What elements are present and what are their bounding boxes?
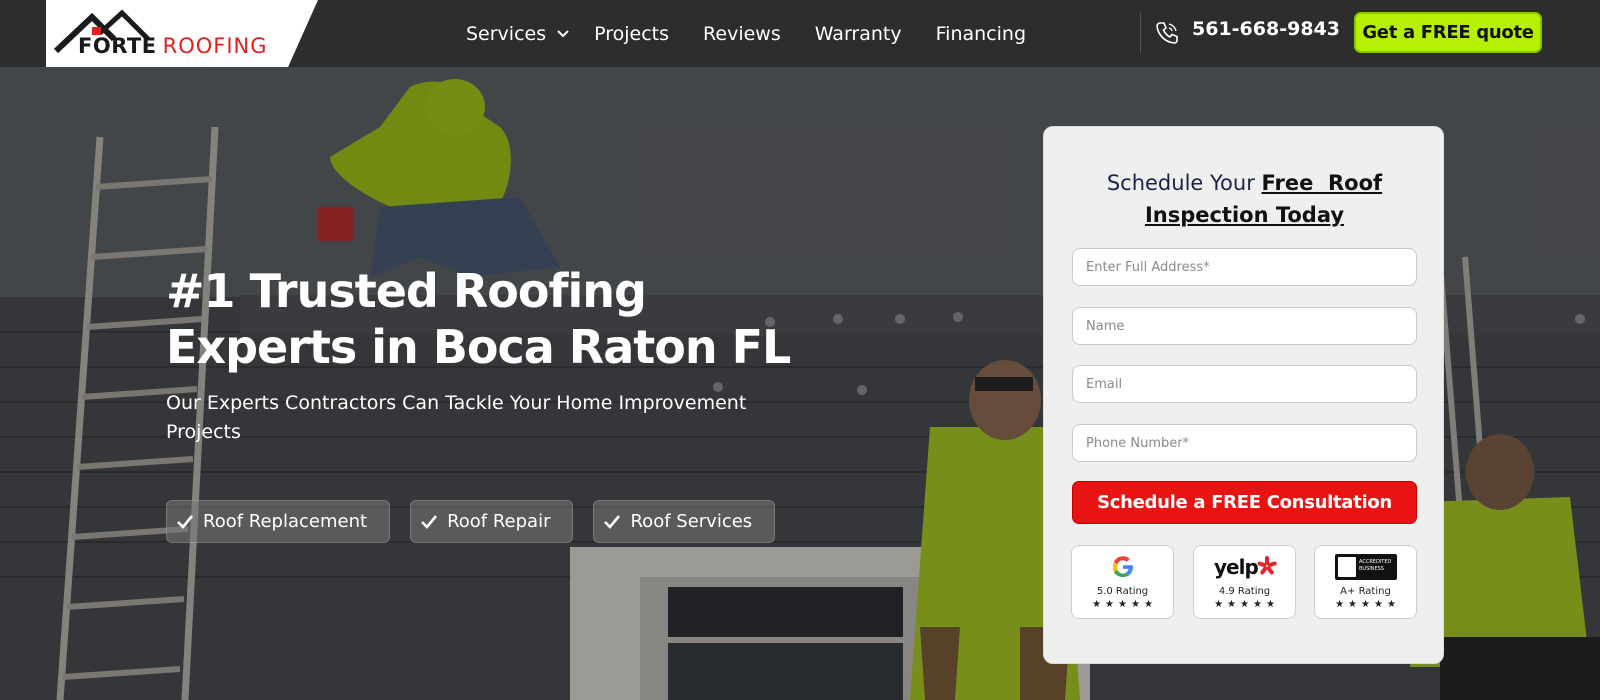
badge-label: Roof Services [630, 511, 753, 532]
hero-title: #1 Trusted Roofing Experts in Boca Raton… [166, 263, 866, 375]
logo-name-secondary: ROOFING [162, 34, 268, 58]
site-header: FORTE ROOFING Services Projects Reviews W… [0, 0, 1600, 67]
check-icon [604, 514, 621, 529]
phone-icon[interactable] [1154, 20, 1180, 46]
header-divider [1140, 13, 1141, 53]
badge-roof-repair[interactable]: Roof Repair [410, 500, 574, 543]
rating-label: 5.0 Rating [1096, 586, 1149, 597]
inspection-form-card: Schedule Your Free Roof Inspection Today… [1043, 126, 1444, 664]
form-title-strong-1: Free Roof [1261, 171, 1383, 195]
get-free-quote-button[interactable]: Get a FREE quote [1354, 12, 1542, 53]
rating-stars: ★★★★★ [1335, 599, 1400, 610]
hero-subtitle: Our Experts Contractors Can Tackle Your … [166, 392, 747, 443]
badge-label: Roof Replacement [203, 511, 368, 532]
bbb-logo-icon: ACCREDITED BUSINESS [1335, 554, 1397, 580]
bbb-badge-text: ACCREDITED BUSINESS [1359, 559, 1392, 572]
rating-label: 4.9 Rating [1218, 586, 1271, 597]
logo[interactable]: FORTE ROOFING [46, 0, 318, 67]
badge-label: Roof Repair [447, 511, 551, 532]
chevron-down-icon [557, 29, 569, 37]
form-title-strong-2: Inspection Today [1144, 203, 1345, 227]
nav-warranty[interactable]: Warranty [815, 23, 902, 45]
nav-financing[interactable]: Financing [936, 23, 1026, 45]
yelp-burst-icon [1257, 556, 1277, 575]
nav-reviews[interactable]: Reviews [703, 23, 781, 45]
hero-title-line2: Experts in Boca Raton FL [166, 320, 791, 374]
email-field[interactable] [1072, 365, 1417, 403]
main-nav: Services Projects Reviews Warranty Finan… [466, 0, 1060, 67]
check-icon [177, 514, 194, 529]
bbb-seal-icon [1338, 557, 1356, 577]
schedule-consultation-button[interactable]: Schedule a FREE Consultation [1072, 481, 1417, 524]
rating-stars: ★★★★★ [1092, 599, 1157, 610]
phone-number-link[interactable]: 561-668-9843 [1192, 18, 1340, 40]
badge-roof-replacement[interactable]: Roof Replacement [166, 500, 391, 543]
name-field[interactable] [1072, 307, 1417, 345]
badge-roof-services[interactable]: Roof Services [593, 500, 776, 543]
address-field[interactable] [1072, 248, 1417, 286]
phone-field[interactable] [1072, 424, 1417, 462]
google-rating-badge[interactable]: 5.0 Rating ★★★★★ [1071, 545, 1174, 619]
rating-stars: ★★★★★ [1214, 599, 1279, 610]
form-title-plain: Schedule Your [1106, 171, 1255, 195]
rating-label: A+ Rating [1340, 586, 1391, 597]
yelp-logo-icon: yelp [1214, 555, 1259, 579]
yelp-rating-badge[interactable]: yelp 4.9 Rating ★★★★★ [1193, 545, 1296, 619]
nav-services-label: Services [466, 22, 547, 45]
logo-name-primary: FORTE [78, 34, 157, 58]
bbb-rating-badge[interactable]: ACCREDITED BUSINESS A+ Rating ★★★★★ [1314, 545, 1417, 619]
nav-projects[interactable]: Projects [594, 23, 669, 45]
service-badges: Roof Replacement Roof Repair Roof Servic… [166, 500, 795, 543]
check-icon [421, 514, 438, 529]
google-logo-icon [1113, 556, 1133, 577]
form-title: Schedule Your Free Roof Inspection Today [1044, 167, 1445, 231]
nav-services[interactable]: Services [466, 23, 570, 45]
hero-title-line1: #1 Trusted Roofing [166, 264, 647, 318]
